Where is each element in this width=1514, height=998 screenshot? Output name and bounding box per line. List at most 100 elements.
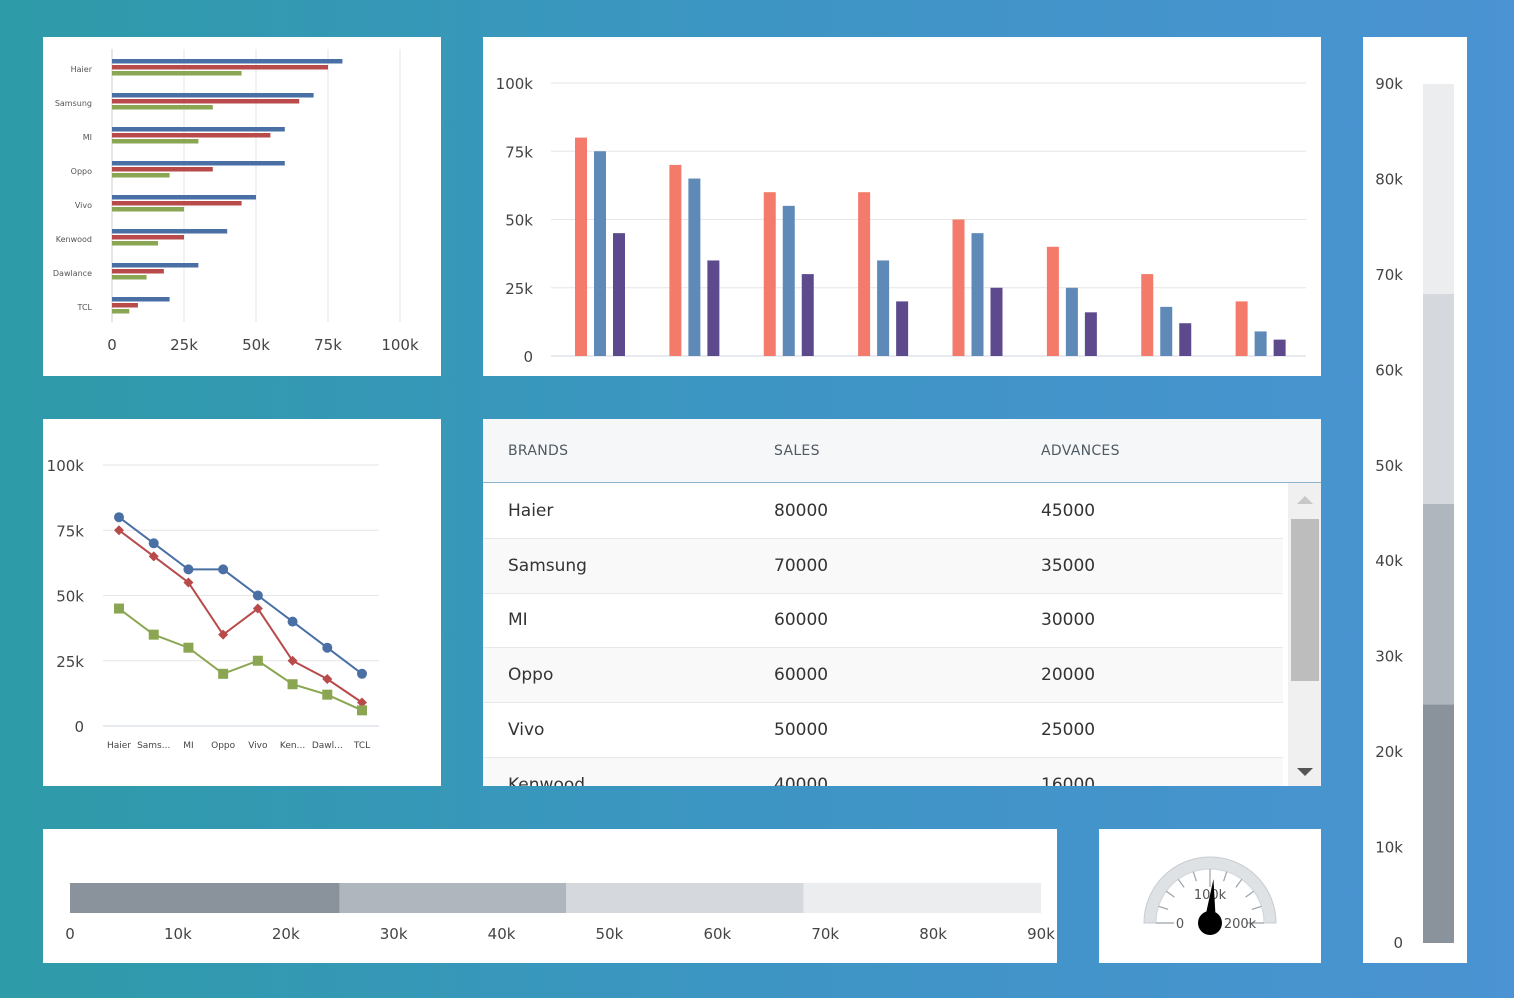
table-header: BRANDS SALES ADVANCES — [483, 419, 1321, 483]
bar — [112, 59, 343, 64]
cell-brand: Kenwood — [508, 775, 586, 786]
data-point — [183, 642, 194, 653]
table-row[interactable]: MI 60000 30000 — [483, 593, 1283, 648]
bar — [112, 105, 213, 110]
bar — [1084, 312, 1097, 356]
bar — [688, 178, 701, 356]
bar — [594, 151, 606, 356]
bar — [1254, 331, 1267, 356]
scroll-down-icon[interactable] — [1288, 755, 1321, 786]
horizontal-range-bar-panel: 0 10k 20k 30k 40k 50k 60k 70k 80k 90k — [43, 829, 1057, 963]
cell-sales: 80000 — [774, 501, 829, 521]
x-tick-label: 10k — [164, 925, 192, 943]
data-point — [218, 668, 229, 679]
data-point — [357, 668, 367, 679]
cell-brand: Samsung — [508, 556, 587, 576]
x-tick-label: 90k — [1027, 925, 1055, 943]
x-tick-label: 40k — [488, 925, 516, 943]
bar — [112, 201, 242, 206]
bar — [112, 161, 285, 166]
data-point — [183, 564, 194, 575]
y-tick-label: 40k — [1375, 552, 1403, 570]
table-row[interactable]: Vivo 50000 25000 — [483, 703, 1283, 758]
bar — [112, 93, 314, 98]
bar — [112, 127, 285, 132]
table-scrollbar[interactable] — [1288, 483, 1321, 786]
range-band — [1423, 293, 1454, 504]
data-point — [114, 512, 124, 523]
bar — [112, 241, 159, 246]
bar — [112, 207, 184, 212]
cell-brand: Haier — [508, 501, 554, 521]
cell-advances: 45000 — [1041, 501, 1096, 521]
y-tick-label: 80k — [1375, 170, 1403, 188]
bar — [112, 133, 271, 138]
range-band — [1423, 704, 1454, 943]
gauge-label-max: 200k — [1224, 917, 1257, 932]
column-header-brands[interactable]: BRANDS — [508, 443, 568, 459]
bar — [112, 235, 184, 240]
range-band — [339, 883, 567, 913]
bar — [1235, 301, 1248, 356]
bar — [1065, 287, 1078, 356]
bar — [990, 287, 1003, 356]
bar — [613, 233, 625, 356]
x-tick-label: 50k — [596, 925, 624, 943]
bar — [575, 137, 587, 356]
table-row[interactable]: Haier 80000 45000 — [483, 484, 1283, 539]
bar — [112, 99, 300, 104]
line-chart: 0 25k 50k 75k 100k Haier Sams... MI Oppo Vivo Ken.… — [47, 457, 379, 751]
grouped-column-chart: 0 25k 50k 75k 100k — [496, 75, 1306, 366]
bar — [877, 260, 890, 356]
x-tick-label: 30k — [380, 925, 408, 943]
bar — [112, 195, 256, 200]
data-point — [218, 564, 229, 575]
x-tick-label: 70k — [811, 925, 839, 943]
bar — [763, 192, 776, 356]
y-tick-label: 50k — [505, 212, 533, 230]
bar — [112, 65, 328, 70]
table-row[interactable]: Oppo 60000 20000 — [483, 648, 1283, 703]
table-row[interactable]: Samsung 70000 35000 — [483, 539, 1283, 594]
brand-horizontal-bar-chart-panel: 0 25k 50k 75k 100k Haier Samsung MI Oppo Vivo Kenw… — [43, 37, 441, 376]
cell-sales: 50000 — [774, 720, 829, 740]
y-tick-label: 25k — [56, 653, 84, 671]
y-tick-label: MI — [83, 133, 92, 142]
scroll-up-icon[interactable] — [1288, 483, 1321, 515]
bar — [1141, 274, 1154, 356]
bar — [112, 309, 130, 314]
x-tick-label: Vivo — [248, 741, 268, 751]
y-tick-label: 100k — [496, 75, 534, 93]
bar — [112, 173, 170, 178]
grouped-column-chart-panel: 0 25k 50k 75k 100k — [483, 37, 1321, 376]
column-header-sales[interactable]: SALES — [774, 443, 820, 459]
bar — [952, 219, 965, 356]
cell-advances: 16000 — [1041, 775, 1096, 786]
bar — [1046, 246, 1059, 356]
bar — [112, 167, 213, 172]
x-tick-label: 100k — [381, 336, 419, 354]
table-row[interactable]: Kenwood 40000 16000 — [483, 758, 1283, 786]
bar — [707, 260, 720, 356]
y-tick-label: 0 — [523, 348, 533, 366]
bar — [1160, 306, 1173, 356]
range-band — [566, 883, 804, 913]
bar — [858, 192, 871, 356]
cell-advances: 35000 — [1041, 556, 1096, 576]
y-tick-label: Kenwood — [56, 235, 92, 244]
gauge-panel: 0100k200k — [1099, 829, 1321, 963]
bar — [1179, 323, 1192, 356]
y-tick-label: Vivo — [75, 201, 92, 210]
data-point — [252, 590, 263, 601]
cell-advances: 30000 — [1041, 610, 1096, 630]
bar — [112, 229, 228, 234]
range-band — [1423, 84, 1454, 294]
vertical-range-bar-panel: 0 10k 20k 30k 40k 50k 60k 70k 80k 90k — [1363, 37, 1467, 963]
cell-sales: 70000 — [774, 556, 829, 576]
cell-sales: 40000 — [774, 775, 829, 786]
data-point — [322, 642, 333, 653]
y-tick-label: 50k — [1375, 457, 1403, 475]
bar — [669, 164, 682, 356]
column-header-advances[interactable]: ADVANCES — [1041, 443, 1120, 459]
scrollbar-thumb[interactable] — [1291, 519, 1319, 681]
